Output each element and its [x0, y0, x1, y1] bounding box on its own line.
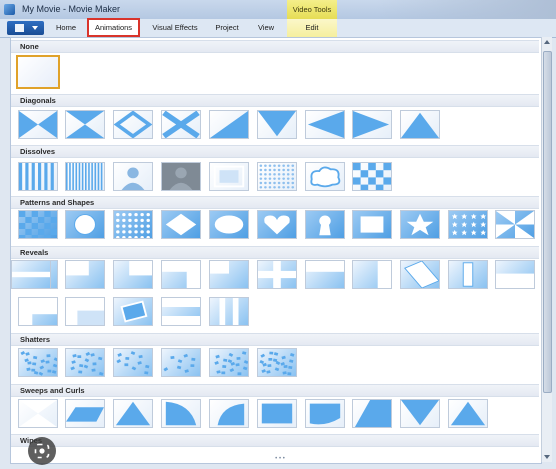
section-header: Dissolves: [11, 145, 539, 158]
section-label: Patterns and Shapes: [20, 198, 95, 207]
transition-shatter-3[interactable]: [113, 348, 153, 377]
section-label: Dissolves: [20, 147, 56, 156]
section-label: Shatters: [20, 335, 51, 344]
lens-search-icon[interactable]: [28, 437, 56, 465]
transition-shatter-5[interactable]: [209, 348, 249, 377]
title-bar-fade: [376, 0, 556, 19]
transition-dissolve-dots[interactable]: [257, 162, 297, 191]
transition-dissolve-frames[interactable]: [209, 162, 249, 191]
transition-diag-triangle-up[interactable]: [400, 110, 440, 139]
transition-curl-bottom[interactable]: [305, 399, 345, 428]
transition-reveal-slide-up[interactable]: [161, 260, 201, 289]
scrollbar-thumb[interactable]: [543, 51, 552, 393]
tab-edit[interactable]: Edit: [287, 19, 337, 37]
transition-sweep-triangle-up[interactable]: [448, 399, 488, 428]
transition-diag-chevron-down[interactable]: [257, 110, 297, 139]
section-header: None: [11, 40, 539, 53]
tab-view[interactable]: View: [250, 19, 282, 37]
transition-none[interactable]: [16, 55, 60, 89]
transition-pattern-diamond[interactable]: [161, 210, 201, 239]
transition-reveal-tilted-card[interactable]: [113, 297, 153, 326]
transition-diag-diamond[interactable]: [113, 110, 153, 139]
document-menu-icon: [15, 24, 24, 32]
transition-reveal-corner-tr[interactable]: [113, 260, 153, 289]
section-header: Wipes: [11, 434, 539, 447]
transition-dissolve-bars[interactable]: [18, 162, 58, 191]
tab-project[interactable]: Project: [208, 19, 246, 37]
transition-dissolve-fade-dark[interactable]: [161, 162, 201, 191]
transition-reveal-bars-v[interactable]: [209, 297, 249, 326]
transition-reveal-split-h[interactable]: [11, 260, 51, 289]
title-bar: My Movie - Movie Maker Video Tools: [0, 0, 556, 19]
section-header: Shatters: [11, 333, 539, 346]
file-menu-button[interactable]: [7, 21, 44, 35]
transition-shatter-6[interactable]: [257, 348, 297, 377]
section-label: Sweeps and Curls: [20, 386, 85, 395]
transition-reveal-box-tl[interactable]: [65, 297, 105, 326]
movie-maker-icon: [4, 4, 15, 15]
section-header: Reveals: [11, 246, 539, 259]
transition-reveal-tilt[interactable]: [400, 260, 440, 289]
window-title: My Movie - Movie Maker: [22, 4, 121, 14]
transition-pattern-dots[interactable]: [113, 210, 153, 239]
transition-reveal-corner-bl[interactable]: [18, 297, 58, 326]
transition-sweep-diagonal[interactable]: [352, 399, 392, 428]
transition-diag-arrow-right[interactable]: [352, 110, 392, 139]
transition-diag-split[interactable]: [209, 110, 249, 139]
transition-pattern-stars[interactable]: [448, 210, 488, 239]
tab-visual-effects[interactable]: Visual Effects: [146, 19, 204, 37]
scroll-up-icon[interactable]: [544, 40, 550, 44]
transition-reveal-band[interactable]: [305, 260, 345, 289]
tab-animations[interactable]: Animations: [87, 18, 140, 37]
transition-diag-x-out[interactable]: [65, 110, 105, 139]
transition-diag-x[interactable]: [18, 110, 58, 139]
transition-reveal-box-br[interactable]: [209, 260, 249, 289]
video-tools-context-label: Video Tools: [287, 0, 337, 19]
transition-sweep-trapezoid[interactable]: [65, 399, 105, 428]
section-header: Sweeps and Curls: [11, 384, 539, 397]
transition-shatter-4[interactable]: [161, 348, 201, 377]
transition-curl-corner[interactable]: [209, 399, 249, 428]
section-header: Diagonals: [11, 94, 539, 107]
transition-pattern-rectangle[interactable]: [352, 210, 392, 239]
transition-shatter-1[interactable]: [18, 348, 58, 377]
scroll-down-icon[interactable]: [544, 455, 550, 459]
transition-dissolve-cloud[interactable]: [305, 162, 345, 191]
transition-reveal-corner-tl[interactable]: [65, 260, 105, 289]
transition-reveal-split-v[interactable]: [161, 297, 201, 326]
section-label: None: [20, 42, 39, 51]
transition-reveal-bar-right[interactable]: [352, 260, 392, 289]
transition-reveal-bar-center[interactable]: [448, 260, 488, 289]
section-header: Patterns and Shapes: [11, 196, 539, 209]
transition-pattern-checker[interactable]: [18, 210, 58, 239]
transition-curl-page[interactable]: [257, 399, 297, 428]
tab-home[interactable]: Home: [50, 19, 82, 37]
transition-pattern-star[interactable]: [400, 210, 440, 239]
chevron-down-icon: [32, 26, 38, 30]
transition-shatter-2[interactable]: [65, 348, 105, 377]
transition-sweep-triangle[interactable]: [113, 399, 153, 428]
transition-pattern-heart[interactable]: [257, 210, 297, 239]
transition-diag-arrow-left[interactable]: [305, 110, 345, 139]
gallery-scrollbar[interactable]: [541, 37, 552, 462]
transition-dissolve-person[interactable]: [113, 162, 153, 191]
transition-sweep-chevron[interactable]: [400, 399, 440, 428]
transition-diag-x-bars[interactable]: [161, 110, 201, 139]
transition-dissolve-lines[interactable]: [65, 162, 105, 191]
animation-gallery: None Diagonals Dissolves Patterns and Shape…: [10, 37, 542, 464]
transition-dissolve-checker[interactable]: [352, 162, 392, 191]
section-label: Reveals: [20, 248, 49, 257]
transition-pattern-keyhole[interactable]: [305, 210, 345, 239]
transition-pattern-ellipse[interactable]: [209, 210, 249, 239]
transition-pattern-pinwheel[interactable]: [495, 210, 535, 239]
transition-reveal-bar-top[interactable]: [495, 260, 535, 289]
transition-pattern-circle[interactable]: [65, 210, 105, 239]
ribbon-tab-row: Home Animations Visual Effects Project V…: [0, 18, 556, 38]
resize-grip-icon[interactable]: • • •: [272, 456, 288, 462]
transition-sweep-bowtie[interactable]: [18, 399, 58, 428]
transition-reveal-cross[interactable]: [257, 260, 297, 289]
section-label: Diagonals: [20, 96, 56, 105]
transition-curl-left[interactable]: [161, 399, 201, 428]
